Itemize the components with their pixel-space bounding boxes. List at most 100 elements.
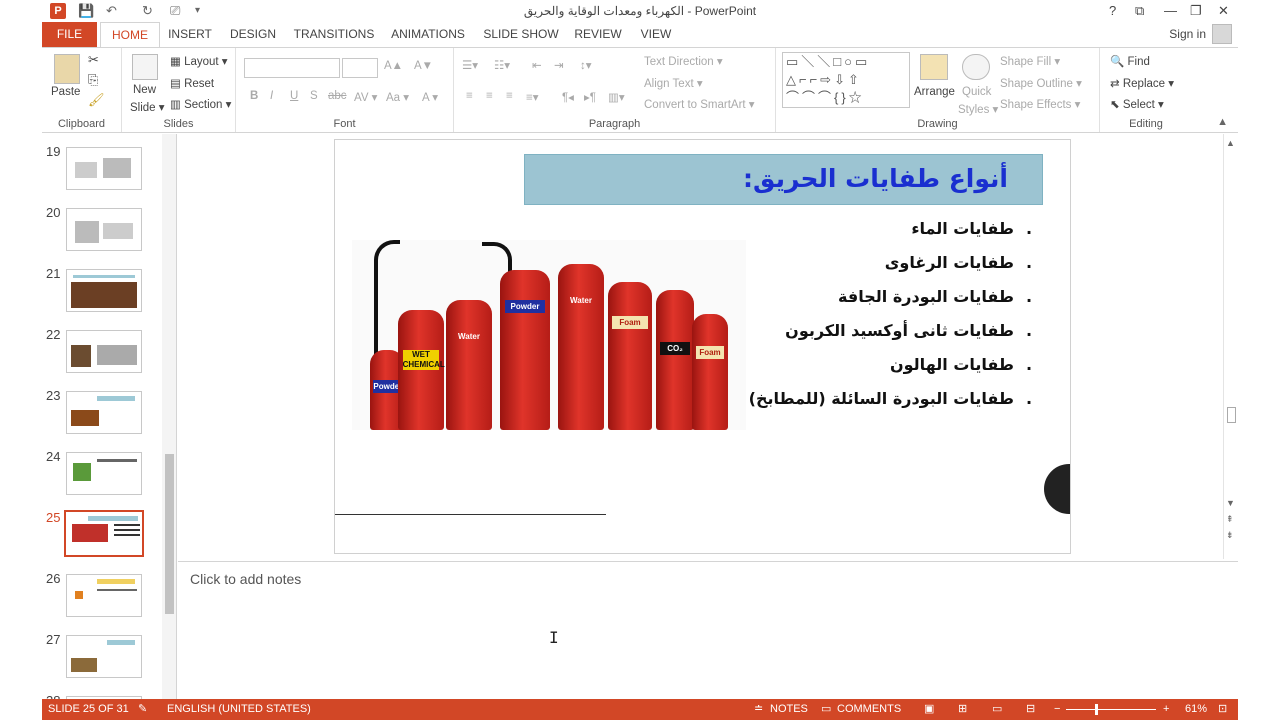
tab-file[interactable]: FILE: [42, 22, 97, 47]
new-slide-label-1[interactable]: New: [133, 84, 156, 96]
next-slide-icon[interactable]: ⇟: [1226, 530, 1234, 541]
ribbon-display-options-icon[interactable]: ⧉: [1135, 2, 1144, 20]
collapse-ribbon-icon[interactable]: ▲: [1217, 116, 1228, 128]
tab-slide-show[interactable]: SLIDE SHOW: [482, 22, 560, 47]
arrange-button[interactable]: Arrange: [914, 86, 955, 98]
tab-design[interactable]: DESIGN: [226, 22, 280, 47]
quick-styles-icon[interactable]: [962, 54, 990, 80]
notes-placeholder[interactable]: Click to add notes: [190, 571, 301, 587]
normal-view-icon[interactable]: ▣: [924, 699, 934, 720]
slide-thumbnail-25[interactable]: [64, 510, 144, 557]
reading-view-icon[interactable]: ▭: [992, 699, 1002, 720]
thumbnails-scroll-thumb[interactable]: [165, 454, 174, 614]
arrange-icon[interactable]: [920, 54, 948, 80]
slide-title[interactable]: أنواع طفايات الحريق:: [524, 154, 1043, 205]
increase-indent-icon[interactable]: ⇥: [554, 58, 564, 72]
quick-styles-label-1[interactable]: Quick: [962, 86, 991, 98]
shapes-gallery[interactable]: ▭＼＼□○▭ △⌐⌐⇨⇩⇧ ⌒⌒⌒{}☆: [782, 52, 910, 108]
shape-effects-button[interactable]: Shape Effects ▾: [1000, 97, 1080, 111]
strikethrough-button[interactable]: abc: [328, 90, 347, 102]
cut-icon[interactable]: ✂: [88, 52, 99, 68]
notes-button[interactable]: NOTES: [770, 699, 808, 720]
change-case-button[interactable]: Aa ▾: [386, 90, 409, 104]
layout-button[interactable]: ▦ Layout ▾: [170, 54, 228, 68]
tab-insert[interactable]: INSERT: [164, 22, 216, 47]
zoom-slider-thumb[interactable]: [1095, 704, 1098, 715]
slide-scrollbar[interactable]: ▲ ▼ ⇞ ⇟: [1223, 134, 1238, 559]
select-button[interactable]: ⬉ Select ▾: [1110, 97, 1164, 111]
numbering-icon[interactable]: ☷▾: [494, 58, 510, 72]
scroll-thumb[interactable]: [1227, 407, 1236, 423]
slide-thumbnail-24[interactable]: [66, 452, 142, 495]
align-left-icon[interactable]: ≡: [466, 90, 473, 102]
help-icon[interactable]: ?: [1109, 2, 1116, 20]
character-spacing-button[interactable]: AV ▾: [354, 90, 377, 104]
current-slide[interactable]: أنواع طفايات الحريق: Powder WET CHEMICAL…: [334, 139, 1071, 554]
quick-styles-label-2[interactable]: Styles ▾: [958, 102, 998, 116]
spellcheck-icon[interactable]: ✎: [138, 699, 147, 720]
bullets-icon[interactable]: ☰▾: [462, 58, 478, 72]
slide-sorter-icon[interactable]: ⊞: [958, 699, 967, 720]
tab-view[interactable]: VIEW: [638, 22, 674, 47]
reset-button[interactable]: ▤ Reset: [170, 76, 214, 90]
scroll-down-icon[interactable]: ▼: [1226, 498, 1235, 508]
slideshow-icon[interactable]: ⊟: [1026, 699, 1035, 720]
center-icon[interactable]: ≡: [486, 90, 493, 102]
slide-thumbnail-20[interactable]: [66, 208, 142, 251]
tab-animations[interactable]: ANIMATIONS: [388, 22, 468, 47]
find-button[interactable]: 🔍 Find: [1110, 54, 1150, 68]
align-right-icon[interactable]: ≡: [506, 90, 513, 102]
zoom-in-button[interactable]: +: [1163, 699, 1169, 720]
new-slide-icon[interactable]: [132, 54, 158, 80]
copy-icon[interactable]: ⎘: [88, 72, 98, 88]
italic-button[interactable]: I: [270, 90, 273, 102]
paste-button[interactable]: Paste: [51, 86, 80, 98]
font-color-button[interactable]: A ▾: [422, 90, 438, 104]
shape-fill-button[interactable]: Shape Fill ▾: [1000, 54, 1060, 68]
slide-thumbnail-23[interactable]: [66, 391, 142, 434]
notes-icon[interactable]: ≐: [754, 699, 763, 720]
format-painter-icon[interactable]: 🖌: [88, 92, 105, 108]
slide-thumbnail-21[interactable]: [66, 269, 142, 312]
slide-thumbnail-27[interactable]: [66, 635, 142, 678]
font-name-field[interactable]: [244, 58, 340, 78]
bullet-list[interactable]: . طفايات الماء . طفايات الرغاوى . طفايات ال…: [749, 218, 1036, 422]
comments-icon[interactable]: ▭: [821, 699, 831, 720]
tab-transitions[interactable]: TRANSITIONS: [292, 22, 376, 47]
paste-icon[interactable]: [54, 54, 80, 84]
notes-pane[interactable]: Click to add notes I: [178, 561, 1238, 699]
minimize-icon[interactable]: —: [1164, 2, 1177, 20]
restore-icon[interactable]: ❐: [1190, 2, 1202, 20]
zoom-level[interactable]: 61%: [1185, 699, 1207, 720]
increase-font-icon[interactable]: A▲: [384, 60, 403, 72]
previous-slide-icon[interactable]: ⇞: [1226, 514, 1234, 525]
text-direction-button[interactable]: Text Direction ▾: [644, 54, 723, 68]
fit-to-window-icon[interactable]: ⊡: [1218, 699, 1227, 720]
scroll-up-icon[interactable]: ▲: [1226, 138, 1235, 148]
slide-thumbnail-19[interactable]: [66, 147, 142, 190]
thumbnails-scrollbar[interactable]: [162, 134, 176, 699]
underline-button[interactable]: U: [290, 90, 298, 102]
section-button[interactable]: ▥ Section ▾: [170, 97, 231, 111]
sign-in-link[interactable]: Sign in: [1169, 22, 1206, 47]
ltr-icon[interactable]: ▸¶: [584, 90, 596, 104]
avatar[interactable]: [1212, 24, 1232, 44]
tab-review[interactable]: REVIEW: [572, 22, 624, 47]
slide-thumbnail-22[interactable]: [66, 330, 142, 373]
new-slide-label-2[interactable]: Slide ▾: [130, 100, 165, 114]
decrease-font-icon[interactable]: A▼: [414, 60, 433, 72]
language-indicator[interactable]: ENGLISH (UNITED STATES): [167, 699, 311, 720]
decrease-indent-icon[interactable]: ⇤: [532, 58, 542, 72]
justify-icon[interactable]: ≡▾: [526, 90, 538, 104]
comments-button[interactable]: COMMENTS: [837, 699, 901, 720]
replace-button[interactable]: ⇄ Replace ▾: [1110, 76, 1174, 90]
font-size-field[interactable]: [342, 58, 378, 78]
tab-home[interactable]: HOME: [100, 22, 160, 48]
close-icon[interactable]: ✕: [1218, 2, 1229, 20]
zoom-out-button[interactable]: −: [1054, 699, 1060, 720]
bold-button[interactable]: B: [250, 90, 258, 102]
zoom-slider[interactable]: [1066, 709, 1156, 710]
columns-icon[interactable]: ▥▾: [608, 90, 625, 104]
align-text-button[interactable]: Align Text ▾: [644, 76, 703, 90]
fire-extinguishers-photo[interactable]: Powder WET CHEMICAL Water Powder Water F…: [352, 240, 746, 430]
